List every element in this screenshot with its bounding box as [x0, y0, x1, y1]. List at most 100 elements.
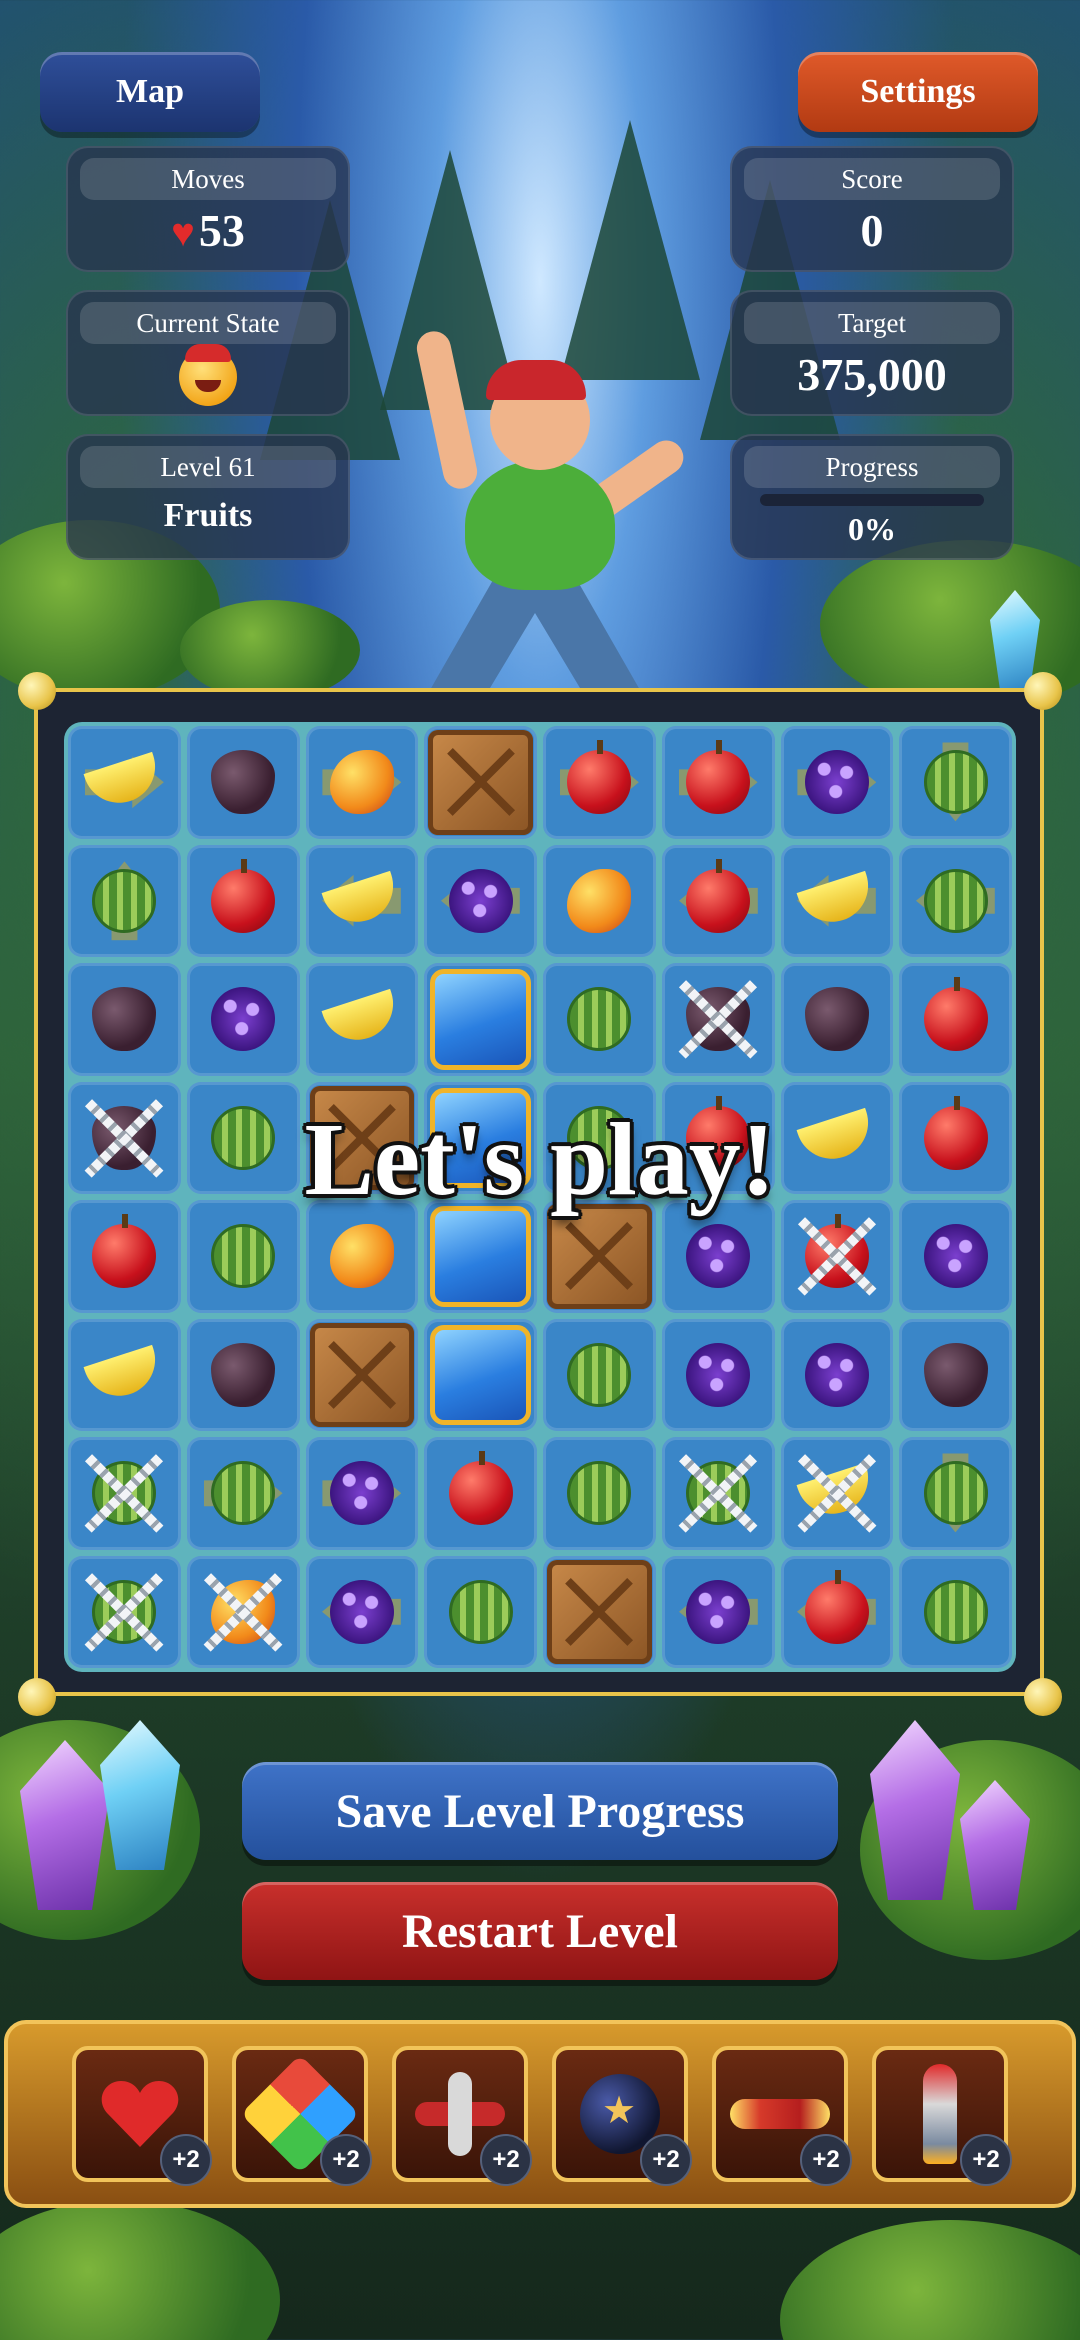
board-tile[interactable] — [305, 726, 419, 839]
chain-lock-icon — [787, 1206, 888, 1307]
board-tile[interactable] — [68, 963, 181, 1076]
board-tile[interactable] — [899, 844, 1012, 957]
board-tile[interactable] — [305, 844, 419, 957]
board-tile[interactable] — [543, 726, 656, 839]
map-button[interactable]: Map — [40, 52, 260, 132]
level-caption: Level 61 — [80, 446, 336, 488]
board-tile[interactable] — [661, 726, 775, 839]
board-tile[interactable] — [68, 844, 181, 957]
board-tile[interactable] — [68, 726, 181, 839]
heart-icon: ♥ — [171, 210, 195, 255]
melon-icon — [448, 1579, 513, 1644]
board-tile[interactable] — [424, 844, 537, 957]
board-tile[interactable] — [543, 1555, 656, 1668]
board-tile[interactable] — [899, 1437, 1012, 1550]
booster-slot[interactable]: +2 — [72, 2046, 212, 2186]
board-tile[interactable] — [661, 844, 775, 957]
apple-icon — [686, 858, 751, 933]
booster-count-badge: +2 — [480, 2134, 532, 2186]
apple-icon — [686, 740, 751, 815]
grape-icon — [686, 1342, 751, 1407]
board-tile[interactable] — [780, 1318, 894, 1431]
board-tile[interactable] — [899, 963, 1012, 1076]
apple-icon — [804, 1569, 869, 1644]
board-tile[interactable] — [424, 1318, 537, 1431]
board-tile[interactable] — [186, 726, 300, 839]
grape-icon — [804, 1342, 869, 1407]
board-tile[interactable] — [186, 1437, 300, 1550]
board-tile[interactable] — [543, 1437, 656, 1550]
booster-count-badge: +2 — [160, 2134, 212, 2186]
melon-icon — [567, 1461, 632, 1526]
board-tile[interactable] — [543, 963, 656, 1076]
board-tile[interactable] — [305, 1437, 419, 1550]
board-tile[interactable] — [899, 1318, 1012, 1431]
grape-icon — [923, 1224, 988, 1289]
board-tile[interactable] — [661, 1555, 775, 1668]
melon-icon — [92, 868, 157, 933]
melon-icon — [923, 1461, 988, 1526]
board-tile[interactable] — [68, 1437, 181, 1550]
board-tile[interactable] — [780, 1437, 894, 1550]
board-tile[interactable] — [661, 963, 775, 1076]
melon-icon — [211, 1461, 276, 1526]
moves-value: ♥53 — [68, 200, 348, 264]
save-level-progress-button[interactable]: Save Level Progress — [242, 1762, 838, 1860]
booster-count-badge: +2 — [960, 2134, 1012, 2186]
board-tile[interactable] — [305, 1318, 419, 1431]
board-tile[interactable] — [305, 1555, 419, 1668]
grape-icon — [211, 987, 276, 1052]
board-tile[interactable] — [305, 963, 419, 1076]
board-tile[interactable] — [780, 844, 894, 957]
frame-knob — [18, 672, 56, 710]
board-tile[interactable] — [424, 963, 537, 1076]
board-tile[interactable] — [424, 1555, 537, 1668]
grape-icon — [448, 868, 513, 933]
fig-icon — [92, 987, 157, 1052]
board-tile[interactable] — [186, 1318, 300, 1431]
heart-icon — [101, 2079, 179, 2149]
board-tile[interactable] — [424, 1437, 537, 1550]
target-value: 375,000 — [797, 349, 947, 400]
board-tile[interactable] — [543, 1318, 656, 1431]
chain-lock-icon — [74, 1443, 175, 1544]
board-tile[interactable] — [186, 1555, 300, 1668]
booster-slot[interactable]: +2 — [552, 2046, 692, 2186]
booster-slot[interactable]: +2 — [872, 2046, 1012, 2186]
moves-panel: Moves ♥53 — [66, 146, 350, 272]
board-tile[interactable] — [780, 963, 894, 1076]
melon-icon — [567, 987, 632, 1052]
board-tile[interactable] — [186, 844, 300, 957]
melon-icon — [923, 750, 988, 815]
board-tile[interactable] — [543, 844, 656, 957]
board-tile[interactable] — [424, 726, 537, 839]
ice-block — [430, 969, 531, 1070]
board-tile[interactable] — [68, 1318, 181, 1431]
moves-caption: Moves — [80, 158, 336, 200]
board-tile[interactable] — [780, 726, 894, 839]
current-state-panel: Current State — [66, 290, 350, 416]
restart-level-button[interactable]: Restart Level — [242, 1882, 838, 1980]
board-tile[interactable] — [186, 963, 300, 1076]
board-tile[interactable] — [780, 1555, 894, 1668]
board-tile[interactable] — [661, 1437, 775, 1550]
target-panel: Target 375,000 — [730, 290, 1014, 416]
fig-icon — [211, 750, 276, 815]
melon-icon — [211, 1224, 276, 1289]
board-tile[interactable] — [661, 1318, 775, 1431]
score-value: 0 — [860, 205, 884, 256]
booster-slot[interactable]: +2 — [392, 2046, 532, 2186]
horizontal-rocket-icon — [730, 2099, 830, 2129]
level-panel: Level 61 Fruits — [66, 434, 350, 560]
board-tile[interactable] — [899, 1555, 1012, 1668]
frame-knob — [1024, 1678, 1062, 1716]
booster-slot[interactable]: +2 — [712, 2046, 852, 2186]
booster-slot[interactable]: +2 — [232, 2046, 372, 2186]
progress-panel: Progress 0% — [730, 434, 1014, 560]
mango-icon — [329, 750, 394, 815]
board-tile[interactable] — [68, 1555, 181, 1668]
booster-count-badge: +2 — [800, 2134, 852, 2186]
target-caption: Target — [744, 302, 1000, 344]
settings-button[interactable]: Settings — [798, 52, 1038, 132]
board-tile[interactable] — [899, 726, 1012, 839]
